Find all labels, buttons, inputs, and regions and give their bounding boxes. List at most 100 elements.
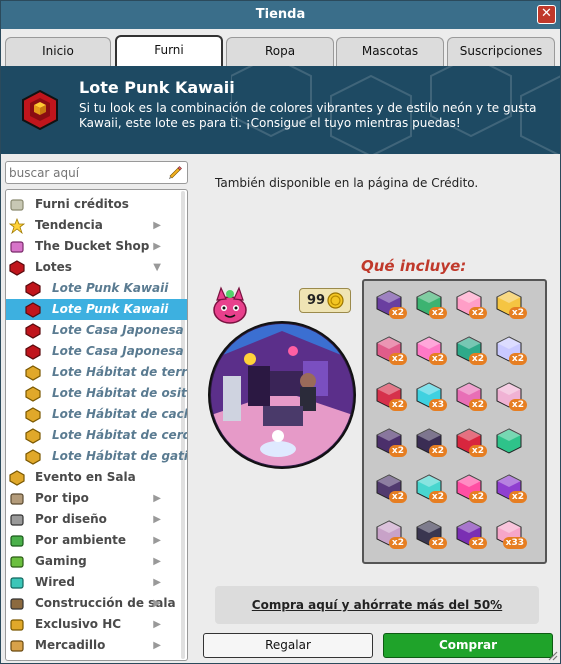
- category-item[interactable]: Lote Hábitat de gatitos: [6, 446, 187, 467]
- category-item[interactable]: Evento en Sala: [6, 467, 187, 488]
- category-label: Wired: [35, 575, 75, 589]
- category-item[interactable]: Lote Punk Kawaii: [6, 299, 187, 320]
- title-bar[interactable]: Tienda ✕: [1, 1, 560, 29]
- columns-icon: [10, 514, 24, 526]
- included-item[interactable]: x2: [454, 425, 487, 457]
- included-item[interactable]: x2: [454, 379, 487, 411]
- included-item[interactable]: x2: [454, 471, 487, 503]
- included-item[interactable]: x2: [454, 287, 487, 319]
- category-item[interactable]: Por diseño ▶: [6, 509, 187, 530]
- chevron-right-icon[interactable]: ▶: [153, 572, 161, 593]
- category-label: Lote Casa Japonesa: [52, 344, 184, 358]
- included-item[interactable]: x2: [374, 379, 407, 411]
- tab-ropa[interactable]: Ropa: [226, 37, 334, 66]
- close-icon[interactable]: ✕: [537, 5, 556, 24]
- hexagon-gold-icon: [9, 470, 25, 486]
- chevron-right-icon[interactable]: ▶: [153, 551, 161, 572]
- category-item[interactable]: Por tipo ▶: [6, 488, 187, 509]
- gift-button[interactable]: Regalar: [203, 633, 373, 658]
- shop-window: Tienda ✕ Inicio Furni Ropa Mascotas Susc…: [0, 0, 561, 664]
- included-item[interactable]: x3: [414, 379, 447, 411]
- category-item[interactable]: Lote Hábitat de cerditos: [6, 425, 187, 446]
- category-label: Lote Hábitat de osito po: [52, 386, 187, 400]
- included-item[interactable]: [494, 425, 524, 455]
- chevron-right-icon[interactable]: ▶: [153, 236, 161, 257]
- category-item[interactable]: Construcción de sala ▶: [6, 593, 187, 614]
- included-item[interactable]: x2: [494, 379, 527, 411]
- promo-link[interactable]: Compra aquí y ahórrate más del 50%: [252, 598, 502, 612]
- hexagon-red-icon: [25, 323, 41, 339]
- chevron-right-icon[interactable]: ▶: [153, 635, 161, 656]
- category-item[interactable]: Tendencia ▶: [6, 215, 187, 236]
- category-item[interactable]: The Ducket Shop ▶: [6, 236, 187, 257]
- included-item[interactable]: x2: [454, 333, 487, 365]
- quantity-badge: x2: [468, 537, 487, 549]
- included-item[interactable]: x2: [494, 333, 527, 365]
- included-item[interactable]: x2: [374, 287, 407, 319]
- hexagon-red-icon: [25, 281, 41, 297]
- search-input[interactable]: [9, 164, 159, 181]
- included-item[interactable]: x2: [414, 471, 447, 503]
- category-label: Por tipo: [35, 491, 89, 505]
- credit-coin-icon: [327, 292, 344, 309]
- included-item[interactable]: x2: [494, 287, 527, 319]
- quantity-badge: x2: [388, 537, 407, 549]
- included-item[interactable]: x2: [414, 333, 447, 365]
- included-item[interactable]: x2: [454, 517, 487, 549]
- category-item[interactable]: Lotes ▼: [6, 257, 187, 278]
- category-item[interactable]: Mercadillo ▶: [6, 635, 187, 656]
- category-item[interactable]: Lote Hábitat de cachorr: [6, 404, 187, 425]
- quantity-badge: x2: [428, 491, 447, 503]
- category-label: Mercadillo: [35, 638, 106, 652]
- category-item[interactable]: Wired ▶: [6, 572, 187, 593]
- category-label: Lote Hábitat de terriers: [52, 365, 187, 379]
- chevron-right-icon[interactable]: ▶: [153, 614, 161, 635]
- tab-inicio[interactable]: Inicio: [5, 37, 111, 66]
- resize-grip-icon[interactable]: [546, 649, 558, 661]
- quantity-badge: x2: [428, 445, 447, 457]
- tab-furni[interactable]: Furni: [115, 35, 223, 66]
- tab-suscripciones[interactable]: Suscripciones: [447, 37, 555, 66]
- included-item[interactable]: x2: [494, 471, 527, 503]
- chevron-right-icon[interactable]: ▶: [153, 215, 161, 236]
- chevron-right-icon[interactable]: ▶: [153, 488, 161, 509]
- pencil-icon[interactable]: [167, 164, 183, 180]
- category-item[interactable]: Lote Hábitat de osito po: [6, 383, 187, 404]
- category-item[interactable]: Lote Hábitat de terriers: [6, 362, 187, 383]
- category-item[interactable]: Por ambiente ▶: [6, 530, 187, 551]
- category-item[interactable]: Gaming ▶: [6, 551, 187, 572]
- category-list: Furni créditos Tendencia ▶ The Ducket Shop ▶…: [5, 189, 188, 661]
- included-item[interactable]: x2: [374, 333, 407, 365]
- category-item[interactable]: Exclusivo HC ▶: [6, 614, 187, 635]
- chevron-right-icon[interactable]: ▶: [153, 509, 161, 530]
- buy-button[interactable]: Comprar: [383, 633, 553, 658]
- category-label: Lote Casa Japonesa: [52, 323, 184, 337]
- hexagon-gold-icon: [25, 428, 41, 444]
- promo-banner[interactable]: Compra aquí y ahórrate más del 50%: [215, 586, 539, 624]
- chevron-right-icon[interactable]: ▶: [153, 530, 161, 551]
- catalog-sidebar: Furni créditosTendencia▶The Ducket Shop▶…: [5, 161, 188, 661]
- category-item[interactable]: Lote Punk Kawaii: [6, 278, 187, 299]
- quantity-badge: x2: [508, 491, 527, 503]
- included-item[interactable]: x2: [414, 287, 447, 319]
- included-item[interactable]: x2: [374, 471, 407, 503]
- included-item[interactable]: x2: [414, 425, 447, 457]
- category-item[interactable]: Lote Casa Japonesa: [6, 320, 187, 341]
- chevron-down-icon[interactable]: ▼: [153, 257, 161, 278]
- included-item[interactable]: x2: [374, 425, 407, 457]
- quantity-badge: x2: [508, 399, 527, 411]
- included-item[interactable]: x2: [414, 517, 447, 549]
- category-item[interactable]: Lote Casa Japonesa: [6, 341, 187, 362]
- included-item[interactable]: x2: [374, 517, 407, 549]
- category-label: Lote Hábitat de gatitos: [52, 449, 187, 463]
- tab-mascotas[interactable]: Mascotas: [336, 37, 444, 66]
- included-item[interactable]: x33: [494, 517, 527, 549]
- page-header-banner: Lote Punk Kawaii Si tu look es la combin…: [1, 66, 560, 154]
- category-item[interactable]: Furni créditos: [6, 194, 187, 215]
- search-box[interactable]: [5, 161, 188, 184]
- page-title: Lote Punk Kawaii: [79, 78, 235, 97]
- chevron-right-icon[interactable]: ▶: [153, 593, 161, 614]
- quantity-badge: x2: [468, 399, 487, 411]
- category-label: Por ambiente: [35, 533, 126, 547]
- category-label: Lote Punk Kawaii: [52, 302, 169, 316]
